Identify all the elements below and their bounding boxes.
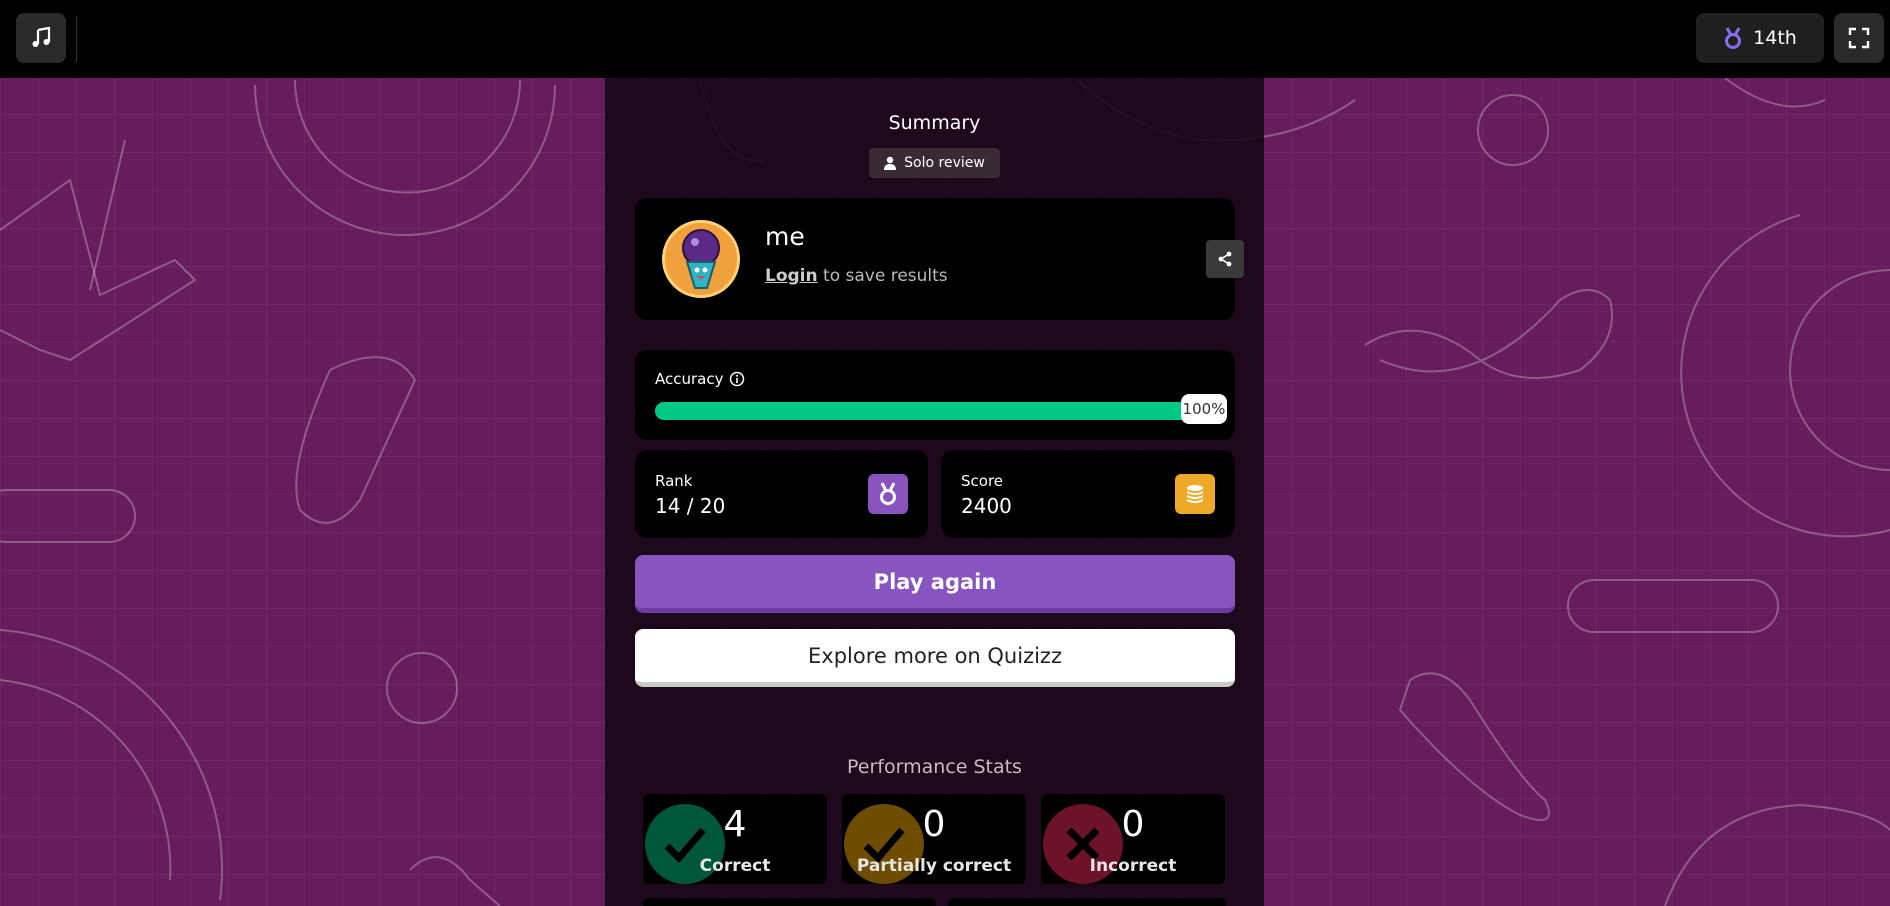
correct-count: 4 <box>723 804 747 845</box>
top-bar: 14th <box>0 0 1890 78</box>
rank-badge: 14th <box>1696 13 1824 63</box>
accuracy-card: Accuracy 100% <box>635 350 1235 440</box>
accuracy-progress-fill <box>655 402 1207 420</box>
medal-icon <box>1725 27 1742 49</box>
play-again-button[interactable]: Play again <box>635 555 1235 613</box>
fullscreen-icon <box>1848 27 1870 49</box>
profile-card: me Login to save results <box>635 198 1244 320</box>
more-stats-row <box>948 898 1226 906</box>
medal-icon <box>880 482 896 505</box>
accuracy-label: Accuracy <box>655 370 724 388</box>
rank-icon-box <box>868 474 908 514</box>
partially-correct-count: 0 <box>922 804 946 845</box>
incorrect-stat: 0 Incorrect <box>1041 794 1225 884</box>
partially-correct-label: Partially correct <box>856 856 1012 876</box>
rank-card: Rank 14 / 20 <box>635 450 928 538</box>
score-value: 2400 <box>961 494 1012 518</box>
avatar <box>662 220 740 298</box>
login-link[interactable]: Login <box>765 266 818 286</box>
fullscreen-button[interactable] <box>1834 13 1884 63</box>
incorrect-label: Incorrect <box>1089 856 1177 876</box>
login-prompt-text: to save results <box>817 266 948 286</box>
correct-stat: 4 Correct <box>643 794 827 884</box>
correct-label: Correct <box>699 856 771 876</box>
accuracy-label-row: Accuracy <box>655 370 745 388</box>
share-icon <box>1218 251 1232 267</box>
music-note-icon <box>32 26 51 47</box>
music-toggle-button[interactable] <box>16 13 66 63</box>
explore-more-button[interactable]: Explore more on Quizizz <box>635 629 1235 687</box>
rank-value: 14 / 20 <box>655 494 726 518</box>
username: me <box>765 222 805 251</box>
user-icon <box>884 156 897 170</box>
performance-stats-title: Performance Stats <box>847 756 1022 778</box>
accuracy-percent: 100% <box>1181 394 1227 424</box>
partially-correct-stat: 0 Partially correct <box>842 794 1026 884</box>
summary-title: Summary <box>888 112 981 134</box>
share-button[interactable] <box>1206 240 1244 278</box>
summary-panel: Summary Solo review me Login to save res… <box>605 78 1264 906</box>
incorrect-count: 0 <box>1121 804 1145 845</box>
topbar-divider <box>76 16 77 62</box>
more-stats-row <box>643 898 936 906</box>
score-icon-box <box>1175 474 1215 514</box>
login-prompt: Login to save results <box>765 266 948 286</box>
solo-review-label: Solo review <box>904 155 985 171</box>
accuracy-progress-bar <box>655 402 1207 420</box>
score-label: Score <box>961 472 1004 490</box>
rank-label: Rank <box>655 472 693 490</box>
microphone-mascot-icon <box>682 229 720 289</box>
info-icon[interactable] <box>729 371 745 387</box>
coins-icon <box>1187 485 1203 503</box>
solo-review-tag: Solo review <box>869 148 1000 178</box>
rank-badge-label: 14th <box>1753 27 1797 49</box>
score-card: Score 2400 <box>941 450 1235 538</box>
